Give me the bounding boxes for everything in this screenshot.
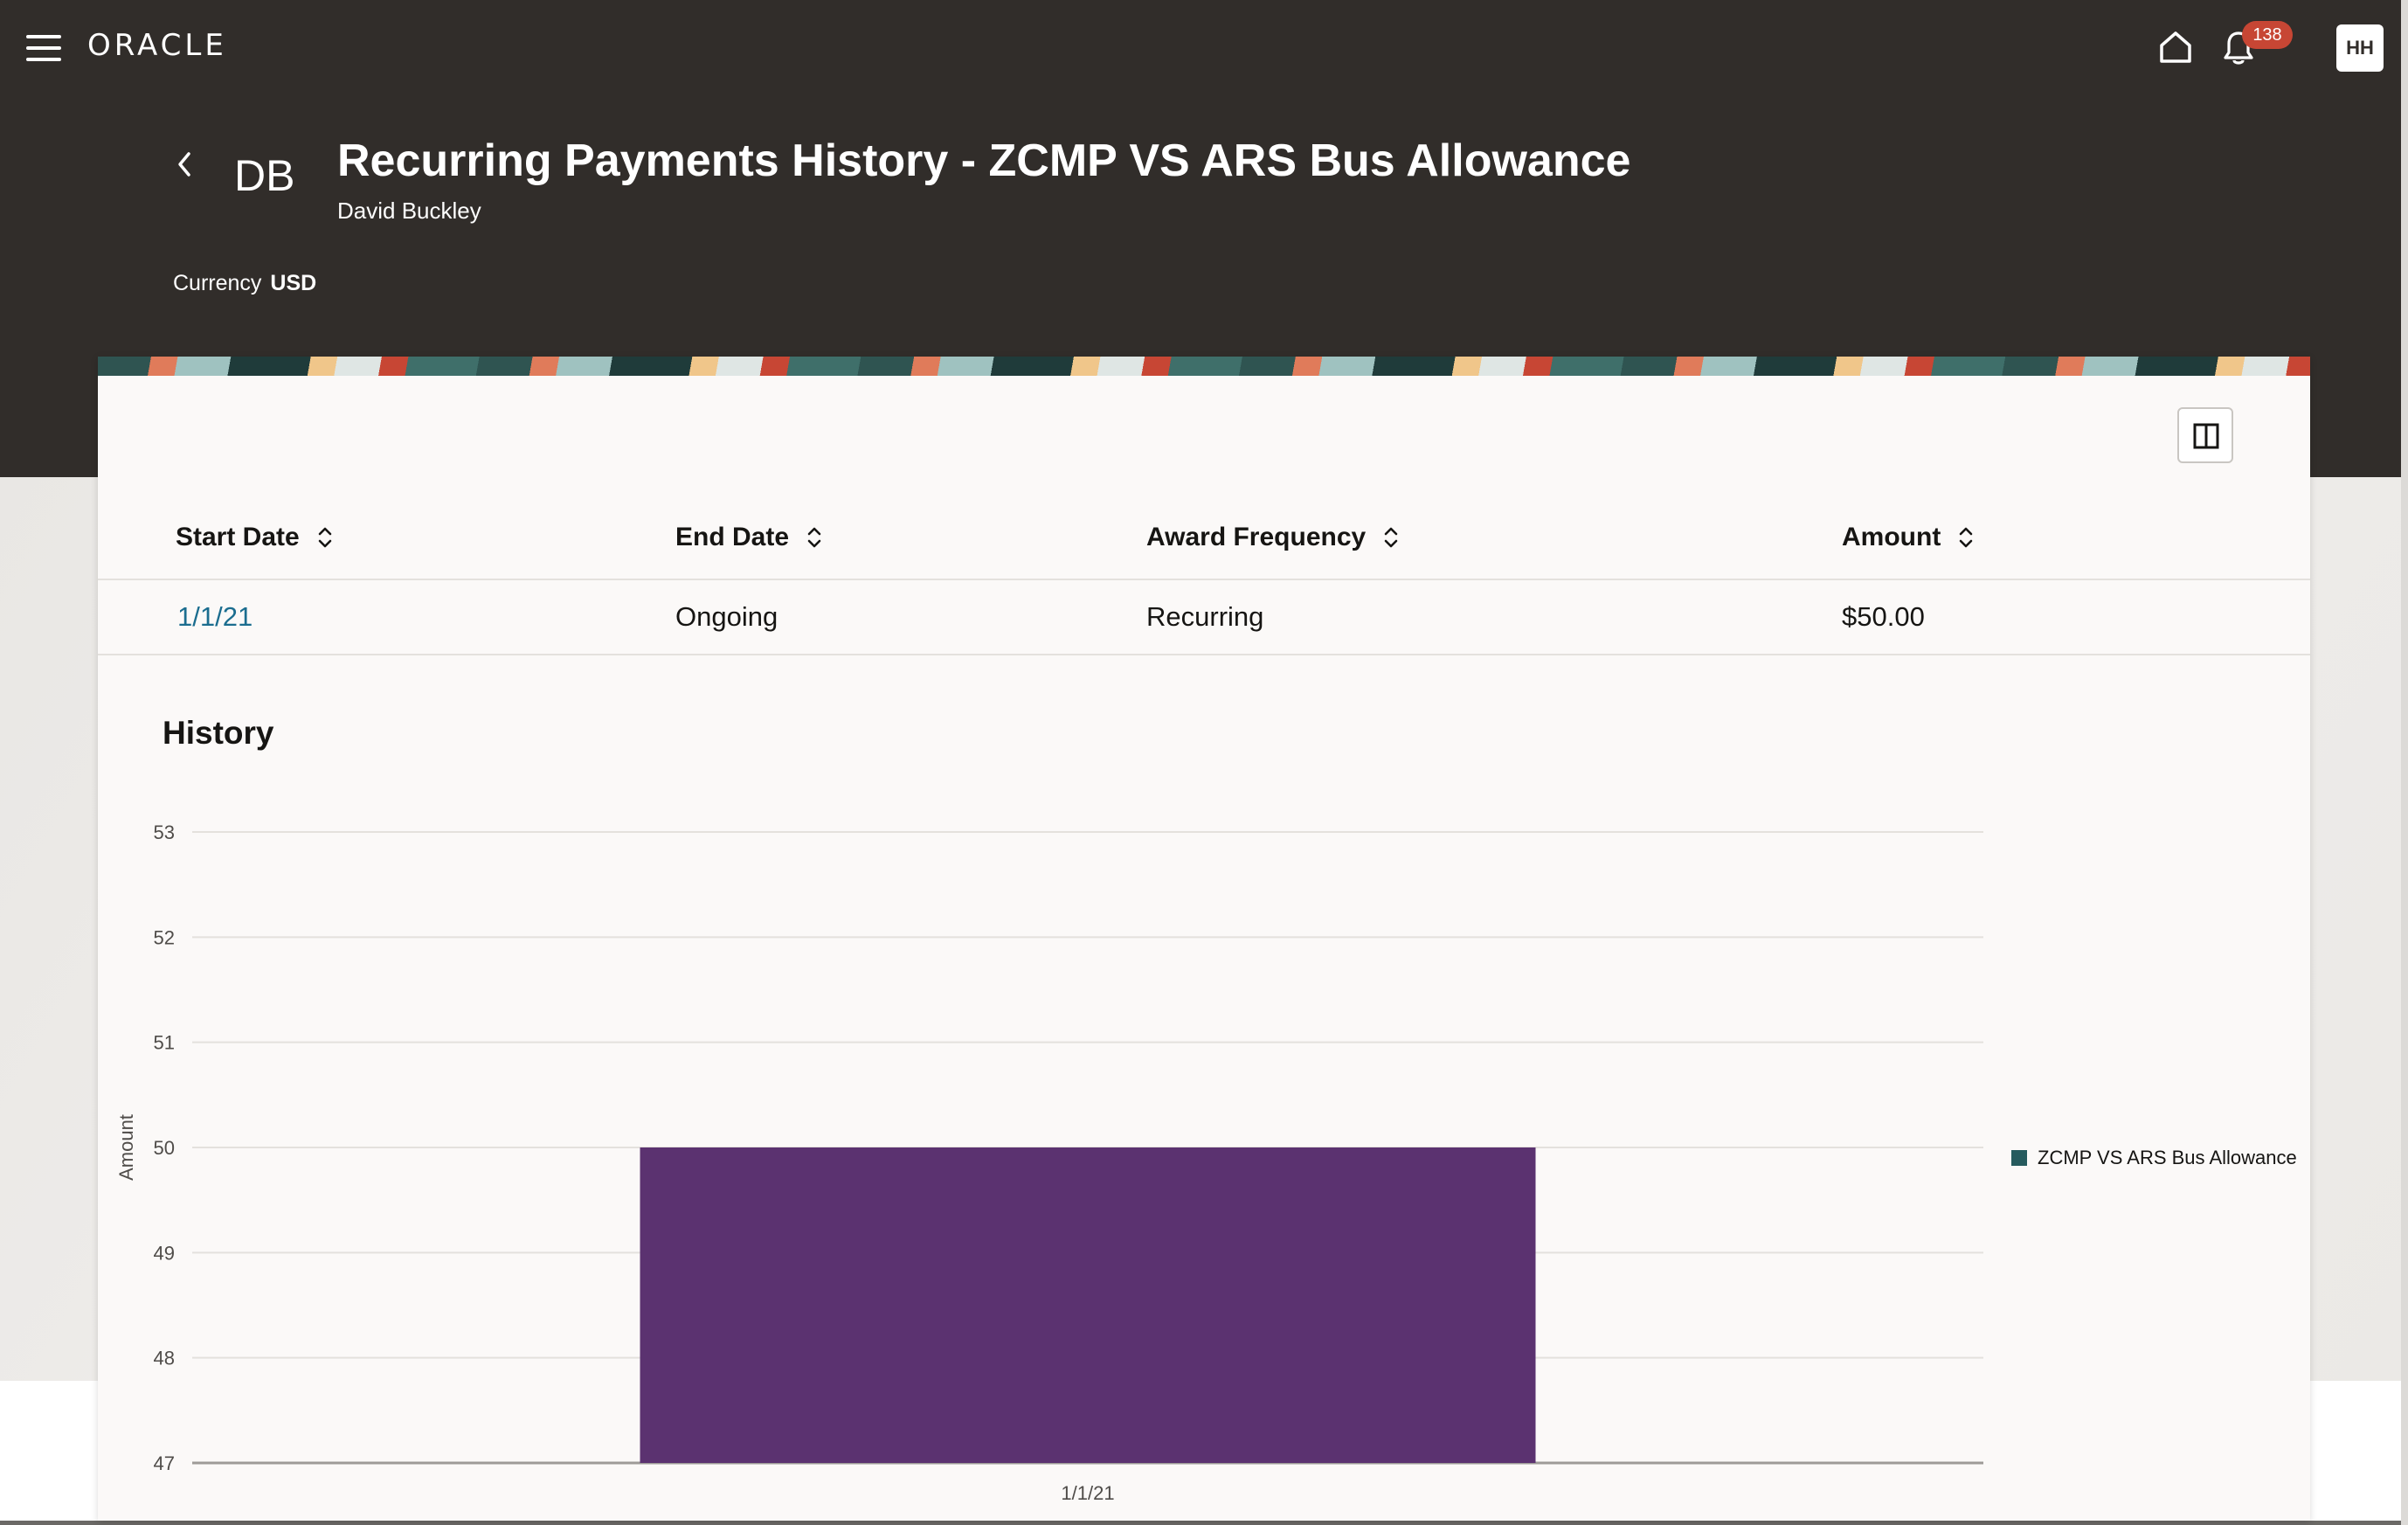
y-tick-label: 52 bbox=[154, 926, 175, 948]
y-axis-title: Amount bbox=[115, 1114, 137, 1181]
y-tick-label: 53 bbox=[154, 821, 175, 843]
user-avatar[interactable]: HH bbox=[2336, 24, 2384, 72]
currency-label: Currency bbox=[173, 271, 262, 295]
notification-count-badge: 138 bbox=[2242, 21, 2293, 49]
history-card: Start Date End Date Award Frequency Amou… bbox=[98, 357, 2310, 1521]
y-tick-label: 50 bbox=[154, 1137, 175, 1159]
legend-label: ZCMP VS ARS Bus Allowance bbox=[2038, 1147, 2297, 1168]
person-initials: DB bbox=[234, 151, 295, 200]
currency-info: Currency USD bbox=[173, 271, 316, 296]
back-chevron-icon[interactable] bbox=[171, 147, 197, 182]
legend-swatch bbox=[2011, 1150, 2027, 1166]
page-title: Recurring Payments History - ZCMP VS ARS… bbox=[337, 135, 1631, 186]
y-tick-label: 48 bbox=[154, 1348, 175, 1369]
notifications-button[interactable]: 138 bbox=[2219, 21, 2293, 70]
oracle-logo: ORACLE bbox=[87, 28, 227, 63]
history-bar-chart: 47 48 49 50 51 52 53 Amount 1/1/21 ZCMP VS ARS Bu… bbox=[115, 821, 2297, 1504]
currency-value: USD bbox=[270, 271, 317, 295]
person-name: David Buckley bbox=[337, 198, 481, 224]
y-tick-label: 49 bbox=[154, 1242, 175, 1264]
hamburger-menu-icon[interactable] bbox=[26, 35, 61, 61]
bottom-divider bbox=[0, 1521, 2408, 1525]
home-icon[interactable] bbox=[2156, 28, 2195, 66]
y-tick-label: 47 bbox=[154, 1452, 175, 1474]
scrollbar-track[interactable] bbox=[2401, 0, 2408, 1525]
x-tick-label: 1/1/21 bbox=[1061, 1482, 1114, 1504]
y-tick-label: 51 bbox=[154, 1032, 175, 1054]
bar bbox=[640, 1147, 1536, 1463]
